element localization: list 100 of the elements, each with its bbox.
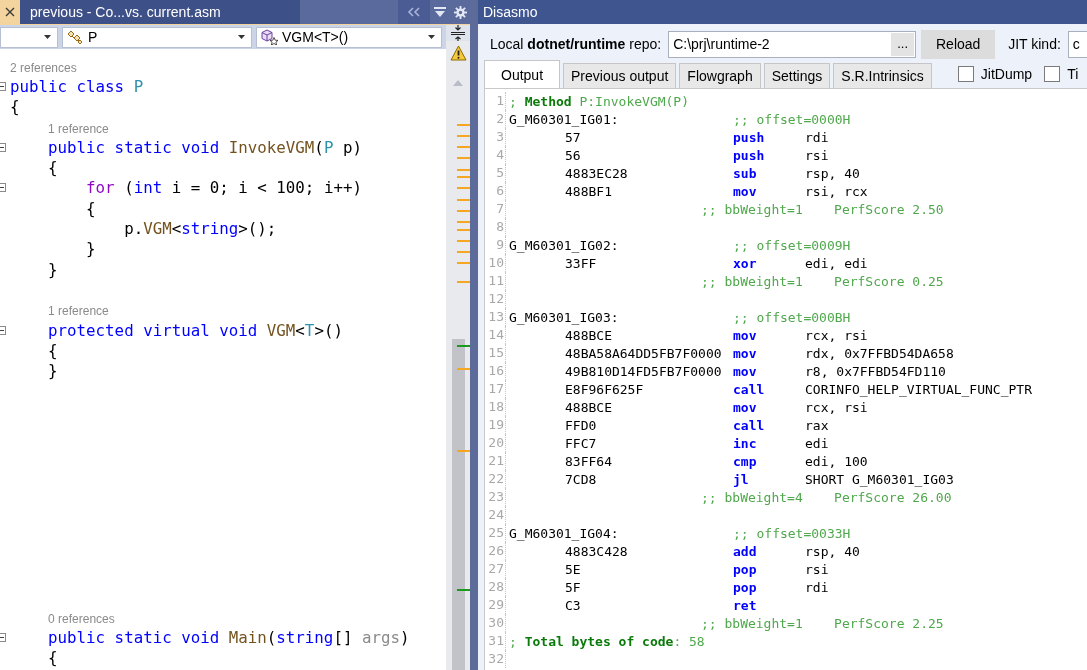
jit-kind-dropdown[interactable]: c xyxy=(1067,30,1087,58)
checkbox[interactable] xyxy=(957,66,974,82)
asm-comment: ;; bbWeight=4 PerfScore 26.00 xyxy=(701,489,952,505)
warning-icon[interactable] xyxy=(449,45,467,61)
asm-comment: ;; bbWeight=1 PerfScore 2.25 xyxy=(701,615,944,631)
machine-code-bytes: 5F xyxy=(565,579,581,595)
code-line: { xyxy=(47,648,58,668)
dropdown-value: VGM<T>() xyxy=(282,29,350,45)
fold-icon[interactable] xyxy=(0,142,6,152)
dropdown-value: P xyxy=(88,29,99,45)
instruction-operands: rsi, rcx xyxy=(805,183,868,199)
checkbox[interactable] xyxy=(1044,66,1061,82)
reference-count-link[interactable]: 1 reference xyxy=(48,121,109,136)
line-number: 4 xyxy=(496,146,504,164)
method-icon xyxy=(261,29,279,45)
fold-icon[interactable] xyxy=(0,183,6,193)
code-line: { xyxy=(47,340,58,360)
asm-comment: ; Total bytes of code: 58 xyxy=(509,633,705,649)
dropdown-menu-icon[interactable] xyxy=(434,6,446,18)
code-line: public class P xyxy=(10,76,144,96)
asm-comment: ;; offset=0000H xyxy=(733,111,851,127)
line-number: 22 xyxy=(488,470,504,488)
reference-count-link[interactable]: 2 references xyxy=(10,60,77,75)
reference-count-link[interactable]: 1 reference xyxy=(48,304,109,319)
asm-comment: ;; offset=0009H xyxy=(733,237,851,253)
line-number: 13 xyxy=(488,308,504,326)
tab[interactable]: Previous output xyxy=(563,63,677,88)
split-window-icon[interactable] xyxy=(451,25,465,41)
fold-icon[interactable] xyxy=(0,81,6,91)
fold-icon[interactable] xyxy=(0,325,6,335)
line-number: 27 xyxy=(488,560,504,578)
instruction-operands: rax xyxy=(805,417,829,433)
instruction-operands: rdi xyxy=(805,129,829,145)
asm-comment: ;; bbWeight=1 PerfScore 0.25 xyxy=(701,273,944,289)
instruction-operands: CORINFO_HELP_VIRTUAL_FUNC_PTR xyxy=(805,381,1032,397)
code-line: p.VGM<string>(); xyxy=(123,219,277,238)
code-line: } xyxy=(47,259,58,279)
asm-label: G_M60301_IG04: xyxy=(509,525,619,541)
line-number: 11 xyxy=(488,272,504,290)
instruction-mnemonic: pop xyxy=(733,561,757,577)
line-number: 31 xyxy=(488,632,504,650)
jit-kind-label: JIT kind: xyxy=(1008,36,1061,52)
instruction-mnemonic: xor xyxy=(733,255,757,271)
instruction-operands: rsi xyxy=(805,147,829,163)
navigation-dropdown[interactable]: P xyxy=(62,26,252,48)
settings-icon[interactable] xyxy=(453,5,467,19)
reload-button[interactable]: Reload xyxy=(921,29,996,59)
machine-code-bytes: 49B810D14FD5FB7F0000 xyxy=(565,363,722,379)
instruction-operands: rdi xyxy=(805,579,829,595)
line-number: 7 xyxy=(496,200,504,218)
line-number: 1 xyxy=(496,92,504,110)
machine-code-bytes: 488BCE xyxy=(565,327,612,343)
tab[interactable]: Flowgraph xyxy=(679,63,761,88)
code-line: { xyxy=(10,97,20,117)
instruction-operands: rcx, rsi xyxy=(805,327,868,343)
navigation-dropdown[interactable]: VGM<T>() xyxy=(256,26,442,48)
instruction-mnemonic: ret xyxy=(733,597,757,613)
machine-code-bytes: E8F96F625F xyxy=(565,381,644,397)
line-number: 18 xyxy=(488,398,504,416)
asm-comment: ; Method P:InvokeVGM(P) xyxy=(509,93,690,109)
machine-code-bytes: 488BCE xyxy=(565,399,612,415)
line-number: 2 xyxy=(496,110,504,128)
close-icon[interactable] xyxy=(5,7,15,17)
instruction-operands: edi, edi xyxy=(805,255,868,271)
line-number: 9 xyxy=(496,236,504,254)
instruction-operands: rsp, 40 xyxy=(805,165,860,181)
double-chevron-icon[interactable] xyxy=(407,7,421,17)
instruction-mnemonic: push xyxy=(733,129,765,145)
asm-comment: ;; offset=000BH xyxy=(733,309,851,325)
instruction-mnemonic: mov xyxy=(733,363,757,379)
fold-icon[interactable] xyxy=(0,633,6,643)
instruction-mnemonic: push xyxy=(733,147,765,163)
caret-icon xyxy=(44,35,51,39)
asm-comment: ;; bbWeight=1 PerfScore 2.50 xyxy=(701,201,944,217)
tab[interactable]: Output xyxy=(484,60,561,88)
reference-count-link[interactable]: 0 references xyxy=(48,611,115,626)
asm-label: G_M60301_IG01: xyxy=(509,111,619,127)
tab[interactable]: Settings xyxy=(763,63,831,88)
line-number: 25 xyxy=(488,524,504,542)
machine-code-bytes: 488BF1 xyxy=(565,183,612,199)
instruction-mnemonic: pop xyxy=(733,579,757,595)
asm-label: G_M60301_IG02: xyxy=(509,237,619,253)
line-number: 29 xyxy=(488,596,504,614)
class-icon xyxy=(67,29,85,45)
line-number: 28 xyxy=(488,578,504,596)
checkbox-label: JitDump xyxy=(980,66,1033,82)
instruction-mnemonic: mov xyxy=(733,183,757,199)
line-number: 19 xyxy=(488,416,504,434)
asm-comment: ;; offset=0033H xyxy=(733,525,851,541)
tab[interactable]: S.R.Intrinsics xyxy=(833,63,932,88)
document-tab[interactable]: previous - Co...vs. current.asm xyxy=(20,0,300,24)
line-number: 23 xyxy=(488,488,504,506)
machine-code-bytes: FFC7 xyxy=(565,435,597,451)
instruction-mnemonic: mov xyxy=(733,327,757,343)
machine-code-bytes: 4883EC28 xyxy=(565,165,628,181)
code-line: } xyxy=(47,361,58,381)
repo-path-field[interactable]: C:\prj\runtime-2 ... xyxy=(668,30,917,58)
line-number: 16 xyxy=(488,362,504,380)
browse-button[interactable]: ... xyxy=(891,32,915,56)
instruction-mnemonic: mov xyxy=(733,399,757,415)
